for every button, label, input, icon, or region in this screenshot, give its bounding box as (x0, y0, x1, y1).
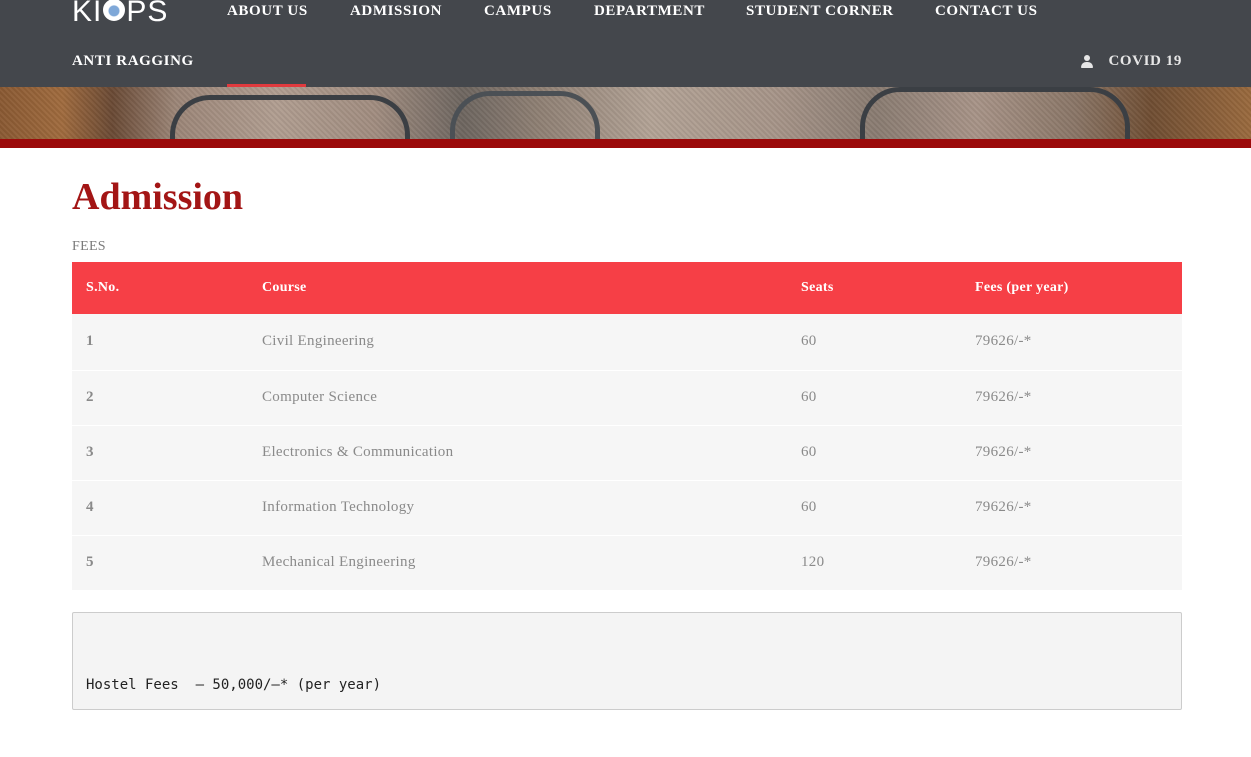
header-sno: S.No. (86, 280, 120, 295)
nav-anti-ragging[interactable]: ANTI RAGGING (72, 53, 194, 70)
table-row: 2 Computer Science 60 79626/-* (72, 370, 1182, 425)
nav-department[interactable]: DEPARTMENT (594, 3, 705, 20)
cell-sno: 2 (86, 389, 94, 405)
cell-sno: 4 (86, 499, 94, 515)
nav-contact-us[interactable]: CONTACT US (935, 3, 1038, 20)
hostel-fees-box: Hostel Fees – 50,000/–* (per year) (72, 612, 1182, 710)
banner-accent-strip (0, 139, 1251, 148)
cell-fees: 79626/-* (975, 389, 1032, 405)
cell-fees: 79626/-* (975, 444, 1032, 460)
cell-course: Civil Engineering (262, 333, 375, 350)
cell-fees: 79626/-* (975, 333, 1032, 350)
cell-sno: 1 (86, 333, 94, 350)
cell-fees: 79626/-* (975, 499, 1032, 515)
cell-course: Mechanical Engineering (262, 554, 416, 571)
logo-text-right: PS (126, 0, 169, 24)
nav-campus[interactable]: CAMPUS (484, 3, 552, 20)
covid-label: COVID 19 (1108, 53, 1182, 69)
cell-sno: 3 (86, 444, 94, 460)
cell-seats: 60 (801, 444, 817, 460)
nav-about-us[interactable]: ABOUT US (227, 3, 308, 20)
cell-seats: 120 (801, 554, 825, 571)
covid-link[interactable]: COVID 19 (1081, 53, 1182, 70)
chair-decoration (170, 95, 410, 139)
fees-section-label: FEES (72, 239, 106, 254)
cell-seats: 60 (801, 499, 817, 515)
fees-table: S.No. Course Seats Fees (per year) 1 Civ… (72, 262, 1182, 590)
site-logo[interactable]: KI PS (72, 0, 168, 24)
logo-seal-icon (103, 0, 126, 21)
cell-sno: 5 (86, 554, 94, 571)
cell-fees: 79626/-* (975, 554, 1032, 571)
site-header: KI PS ABOUT US ADMISSION CAMPUS DEPARTME… (0, 0, 1251, 87)
nav-admission[interactable]: ADMISSION (350, 3, 442, 20)
header-seats: Seats (801, 280, 834, 295)
table-row: 1 Civil Engineering 60 79626/-* (72, 314, 1182, 370)
page-title: Admission (72, 176, 244, 218)
table-row: 5 Mechanical Engineering 120 79626/-* (72, 535, 1182, 590)
cell-course: Electronics & Communication (262, 444, 454, 460)
nav-student-corner[interactable]: STUDENT CORNER (746, 3, 894, 20)
hostel-fees-text: Hostel Fees – 50,000/–* (per year) (86, 677, 382, 693)
table-header-row: S.No. Course Seats Fees (per year) (72, 262, 1182, 314)
header-course: Course (262, 280, 307, 295)
cell-course: Computer Science (262, 389, 378, 405)
header-fees: Fees (per year) (975, 280, 1069, 295)
table-row: 3 Electronics & Communication 60 79626/-… (72, 425, 1182, 480)
user-icon (1081, 55, 1094, 68)
table-row: 4 Information Technology 60 79626/-* (72, 480, 1182, 535)
chair-decoration (860, 87, 1130, 139)
cell-course: Information Technology (262, 499, 415, 515)
cell-seats: 60 (801, 333, 817, 350)
logo-text-left: KI (72, 0, 103, 24)
chair-decoration (450, 91, 600, 139)
banner-image (0, 87, 1251, 139)
cell-seats: 60 (801, 389, 817, 405)
